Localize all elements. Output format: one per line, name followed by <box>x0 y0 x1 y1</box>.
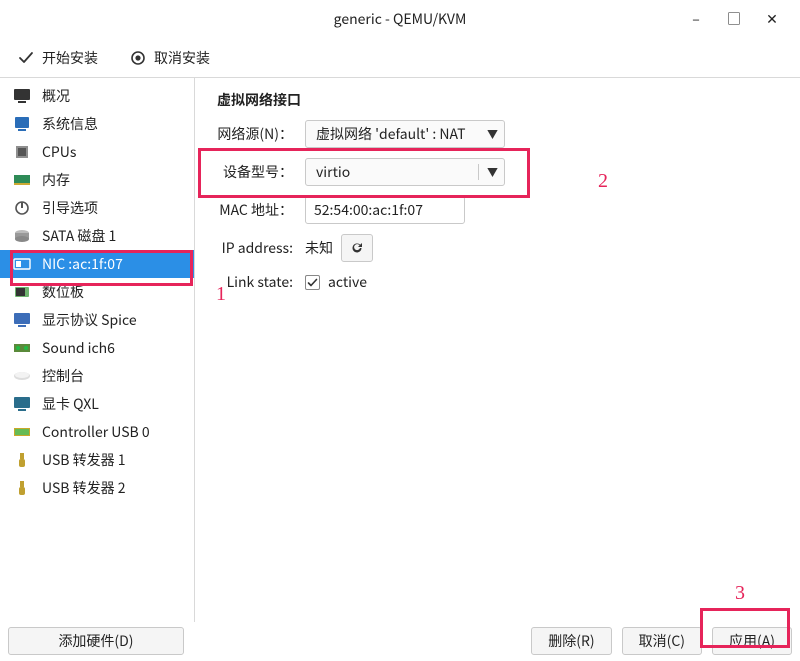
sidebar-item-usb-redir[interactable]: USB 转发器 2 <box>0 474 194 502</box>
window-controls: – □ ✕ <box>688 0 792 38</box>
sidebar-item-cpu[interactable]: CPUs <box>0 138 194 166</box>
sidebar-item-memory[interactable]: 内存 <box>0 166 194 194</box>
sound-icon <box>12 339 32 357</box>
usb-redir-icon <box>12 451 32 469</box>
sidebar-item-disk[interactable]: SATA 磁盘 1 <box>0 222 194 250</box>
sidebar-item-label: 显卡 QXL <box>42 394 99 414</box>
device-model-label: 设备型号： <box>217 162 295 182</box>
sidebar-item-label: 显示协议 Spice <box>42 310 137 330</box>
sidebar-item-console[interactable]: 控制台 <box>0 362 194 390</box>
cancel-button[interactable]: 取消(C) <box>622 627 702 655</box>
cancel-install-label: 取消安装 <box>154 48 210 68</box>
begin-install-button[interactable]: 开始安装 <box>12 44 104 72</box>
network-source-value: 虚拟网络 'default' : NAT <box>316 124 466 144</box>
apply-button[interactable]: 应用(A) <box>712 627 792 655</box>
sidebar-item-boot[interactable]: 引导选项 <box>0 194 194 222</box>
sidebar: 概况系统信息 CPUs 内存引导选项 SATA 磁盘 1 NIC :ac:1f:07 数位… <box>0 78 195 622</box>
minimize-button[interactable]: – <box>688 9 704 29</box>
titlebar: generic - QEMU/KVM – □ ✕ <box>0 0 800 38</box>
window-title: generic - QEMU/KVM <box>334 9 467 29</box>
info-icon <box>12 115 32 133</box>
disk-icon <box>12 227 32 245</box>
check-icon <box>18 50 34 66</box>
sidebar-item-usb-redir[interactable]: USB 转发器 1 <box>0 446 194 474</box>
sidebar-item-label: 引导选项 <box>42 198 98 218</box>
network-source-combo[interactable]: 虚拟网络 'default' : NAT ▼ <box>305 120 505 148</box>
sidebar-item-label: 系统信息 <box>42 114 98 134</box>
sidebar-item-tablet[interactable]: 数位板 <box>0 278 194 306</box>
toolbar: 开始安装 取消安装 <box>0 38 800 78</box>
sidebar-item-info[interactable]: 系统信息 <box>0 110 194 138</box>
check-icon <box>307 277 318 288</box>
sidebar-item-label: CPUs <box>42 142 76 162</box>
mac-input[interactable]: 52:54:00:ac:1f:07 <box>305 196 465 224</box>
content-pane: 虚拟网络接口 网络源(N)： 虚拟网络 'default' : NAT ▼ 设备… <box>195 78 800 622</box>
sidebar-item-label: Controller USB 0 <box>42 422 150 442</box>
memory-icon <box>12 171 32 189</box>
tablet-icon <box>12 283 32 301</box>
sidebar-item-label: 控制台 <box>42 366 84 386</box>
video-icon <box>12 395 32 413</box>
sidebar-item-label: USB 转发器 2 <box>42 478 126 498</box>
console-icon <box>12 367 32 385</box>
maximize-button[interactable]: □ <box>726 9 742 29</box>
sidebar-item-label: SATA 磁盘 1 <box>42 226 116 246</box>
link-state-value: active <box>328 272 367 292</box>
ip-value: 未知 <box>305 238 333 258</box>
cpu-icon <box>12 143 32 161</box>
monitor-icon <box>12 87 32 105</box>
refresh-ip-button[interactable] <box>341 234 373 262</box>
link-state-label: Link state: <box>217 272 295 292</box>
sidebar-item-monitor[interactable]: 概况 <box>0 82 194 110</box>
nic-form: 网络源(N)： 虚拟网络 'default' : NAT ▼ 设备型号： vir… <box>217 120 778 292</box>
chevron-down-icon: ▼ <box>478 164 498 180</box>
sidebar-item-display[interactable]: 显示协议 Spice <box>0 306 194 334</box>
action-buttons: 删除(R) 取消(C) 应用(A) <box>531 627 792 655</box>
add-hardware-button[interactable]: 添加硬件(D) <box>8 627 184 655</box>
network-source-label: 网络源(N)： <box>217 124 295 144</box>
stop-icon <box>130 50 146 66</box>
begin-install-label: 开始安装 <box>42 48 98 68</box>
ip-label: IP address: <box>217 238 295 258</box>
usb-controller-icon <box>12 423 32 441</box>
device-model-value: virtio <box>316 162 350 182</box>
sidebar-item-label: NIC :ac:1f:07 <box>42 254 123 274</box>
cancel-install-button[interactable]: 取消安装 <box>124 44 216 72</box>
sidebar-item-label: USB 转发器 1 <box>42 450 126 470</box>
sidebar-item-label: 内存 <box>42 170 70 190</box>
usb-redir-icon <box>12 479 32 497</box>
sidebar-item-usb-controller[interactable]: Controller USB 0 <box>0 418 194 446</box>
sidebar-item-label: Sound ich6 <box>42 338 115 358</box>
chevron-down-icon: ▼ <box>487 126 498 142</box>
sidebar-item-label: 概况 <box>42 86 70 106</box>
refresh-icon <box>349 240 365 256</box>
close-window-button[interactable]: ✕ <box>764 9 780 29</box>
sidebar-list: 概况系统信息 CPUs 内存引导选项 SATA 磁盘 1 NIC :ac:1f:07 数位… <box>0 78 194 618</box>
sidebar-item-label: 数位板 <box>42 282 84 302</box>
mac-value: 52:54:00:ac:1f:07 <box>314 200 423 220</box>
main-area: 概况系统信息 CPUs 内存引导选项 SATA 磁盘 1 NIC :ac:1f:07 数位… <box>0 78 800 622</box>
nic-icon <box>12 255 32 273</box>
bottom-bar: 添加硬件(D) 删除(R) 取消(C) 应用(A) <box>0 622 800 660</box>
display-icon <box>12 311 32 329</box>
boot-icon <box>12 199 32 217</box>
panel-title: 虚拟网络接口 <box>217 90 778 110</box>
delete-button[interactable]: 删除(R) <box>531 627 611 655</box>
sidebar-item-nic[interactable]: NIC :ac:1f:07 <box>0 250 194 278</box>
device-model-combo[interactable]: virtio ▼ <box>305 158 505 186</box>
sidebar-item-video[interactable]: 显卡 QXL <box>0 390 194 418</box>
mac-label: MAC 地址： <box>217 200 295 220</box>
link-state-checkbox[interactable] <box>305 275 320 290</box>
sidebar-item-sound[interactable]: Sound ich6 <box>0 334 194 362</box>
